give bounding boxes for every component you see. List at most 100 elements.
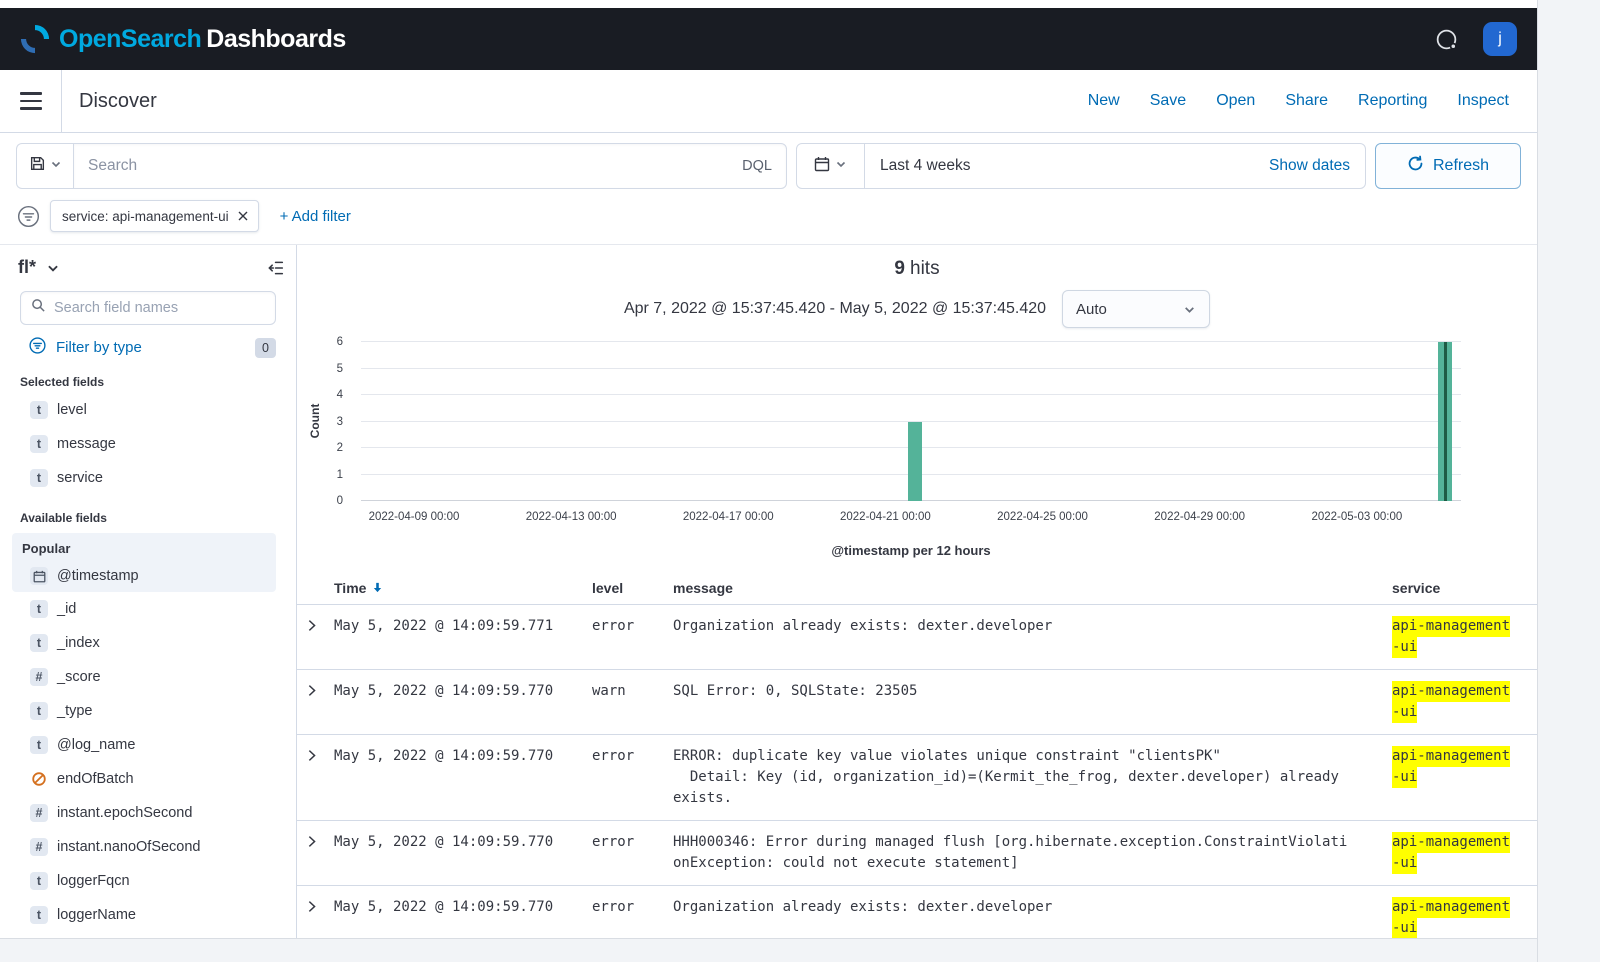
- field-name: message: [57, 436, 116, 452]
- query-language-button[interactable]: DQL: [728, 158, 786, 174]
- y-tick-label: 4: [337, 389, 343, 401]
- search-input[interactable]: [74, 157, 728, 175]
- histogram-bar[interactable]: [908, 422, 922, 502]
- field-item-loggerName[interactable]: tloggerName: [0, 898, 296, 932]
- nav-save[interactable]: Save: [1150, 92, 1186, 110]
- expand-row-button[interactable]: [297, 681, 334, 723]
- time-picker-calendar-button[interactable]: [797, 144, 865, 188]
- remove-filter-icon[interactable]: [237, 210, 249, 222]
- field-name: _type: [57, 703, 92, 719]
- field-item-@log_name[interactable]: t@log_name: [0, 728, 296, 762]
- global-filter-icon[interactable]: [16, 204, 41, 229]
- cell-time: May 5, 2022 @ 14:09:59.770: [334, 746, 592, 809]
- field-item-instant.nanoOfSecond[interactable]: #instant.nanoOfSecond: [0, 830, 296, 864]
- field-item-endOfBatch[interactable]: endOfBatch: [0, 762, 296, 796]
- expand-row-button[interactable]: [297, 616, 334, 658]
- chevron-down-icon[interactable]: [46, 261, 60, 275]
- table-row: May 5, 2022 @ 14:09:59.770warnSQL Error:…: [297, 670, 1537, 735]
- index-pattern-selector[interactable]: fl*: [18, 257, 36, 278]
- chevron-down-icon: [50, 157, 62, 175]
- field-search-input[interactable]: [54, 300, 265, 316]
- add-filter-link[interactable]: + Add filter: [280, 208, 351, 225]
- field-item-_type[interactable]: t_type: [0, 694, 296, 728]
- filter-pill[interactable]: service: api-management-ui: [50, 200, 259, 232]
- x-tick-label: 2022-04-25 00:00: [997, 511, 1088, 523]
- x-tick-label: 2022-04-21 00:00: [840, 511, 931, 523]
- expand-row-button[interactable]: [297, 746, 334, 809]
- interval-select[interactable]: Auto: [1062, 290, 1210, 328]
- gridline: [361, 394, 1461, 395]
- histogram-annotation-line: [1444, 342, 1447, 501]
- field-item-@timestamp[interactable]: @timestamp: [12, 560, 276, 592]
- filter-bar: service: api-management-ui + Add filter: [0, 198, 1537, 245]
- user-avatar[interactable]: j: [1483, 22, 1517, 56]
- column-header-message: message: [673, 580, 1392, 596]
- refresh-button[interactable]: Refresh: [1375, 143, 1521, 189]
- string-field-icon: t: [30, 435, 48, 453]
- y-tick-label: 1: [337, 469, 343, 481]
- field-item-level[interactable]: tlevel: [0, 393, 296, 427]
- chevron-down-icon: [835, 157, 847, 175]
- cell-level: error: [592, 616, 673, 658]
- date-field-icon: [30, 567, 48, 585]
- x-axis-ticks: 2022-04-09 00:002022-04-13 00:002022-04-…: [361, 509, 1461, 533]
- brand-secondary: Dashboards: [206, 25, 345, 53]
- calendar-icon: [814, 156, 830, 177]
- discover-sidebar: fl* Filter by type 0: [0, 245, 297, 938]
- column-header-time[interactable]: Time: [334, 580, 592, 596]
- field-item-instant.epochSecond[interactable]: #instant.epochSecond: [0, 796, 296, 830]
- string-field-icon: t: [30, 634, 48, 652]
- cell-level: error: [592, 897, 673, 938]
- field-name: _index: [57, 635, 100, 651]
- string-field-icon: t: [30, 872, 48, 890]
- field-item-_score[interactable]: #_score: [0, 660, 296, 694]
- field-item-_id[interactable]: t_id: [0, 592, 296, 626]
- menu-button[interactable]: [0, 70, 62, 132]
- cell-message: SQL Error: 0, SQLState: 23505: [673, 681, 1392, 723]
- histogram: Count 0123456 2022-04-09 00:002022-04-13…: [297, 338, 1537, 558]
- cell-message: ERROR: duplicate key value violates uniq…: [673, 746, 1392, 809]
- brand-primary: OpenSearch: [59, 25, 201, 53]
- highlighted-term: api-management: [1392, 681, 1510, 702]
- field-item-service[interactable]: tservice: [0, 461, 296, 495]
- cell-message: Organization already exists: dexter.deve…: [673, 616, 1392, 658]
- cell-time: May 5, 2022 @ 14:09:59.770: [334, 832, 592, 874]
- selected-fields-list: tlevel t message tservice: [0, 393, 296, 495]
- saved-query-button[interactable]: [16, 143, 73, 189]
- field-name: _id: [57, 601, 76, 617]
- collapse-sidebar-icon[interactable]: [266, 259, 284, 277]
- nav-inspect[interactable]: Inspect: [1457, 92, 1509, 110]
- home-link[interactable]: OpenSearchDashboards: [20, 24, 346, 54]
- number-field-icon: #: [30, 668, 48, 686]
- nav-new[interactable]: New: [1088, 92, 1120, 110]
- help-icon[interactable]: [1434, 27, 1459, 52]
- expand-row-button[interactable]: [297, 897, 334, 938]
- x-tick-label: 2022-04-09 00:00: [369, 511, 460, 523]
- highlighted-term: api-management: [1392, 746, 1510, 767]
- cell-time: May 5, 2022 @ 14:09:59.770: [334, 897, 592, 938]
- filter-by-type-button[interactable]: Filter by type 0: [28, 336, 276, 359]
- page-title: Discover: [79, 90, 157, 113]
- field-item-message[interactable]: t message: [0, 427, 296, 461]
- show-dates-link[interactable]: Show dates: [1269, 157, 1365, 175]
- field-item-_index[interactable]: t _index: [0, 626, 296, 660]
- time-range-value[interactable]: Last 4 weeks: [865, 157, 970, 175]
- field-item-loggerFqcn[interactable]: tloggerFqcn: [0, 864, 296, 898]
- field-name: instant.nanoOfSecond: [57, 839, 201, 855]
- nav-reporting[interactable]: Reporting: [1358, 92, 1427, 110]
- hits-count: 9: [894, 258, 905, 279]
- filter-icon: [28, 336, 47, 359]
- filter-by-type-label: Filter by type: [56, 339, 142, 356]
- search-box: DQL: [73, 143, 787, 189]
- available-fields-header: Available fields: [20, 511, 276, 525]
- discover-main: 9hits Apr 7, 2022 @ 15:37:45.420 - May 5…: [297, 245, 1537, 938]
- table-row: May 5, 2022 @ 14:09:59.770errorHHH000346…: [297, 821, 1537, 886]
- expand-row-button[interactable]: [297, 832, 334, 874]
- nav-open[interactable]: Open: [1216, 92, 1255, 110]
- highlighted-term: -ui: [1392, 853, 1417, 874]
- interval-value: Auto: [1076, 301, 1107, 318]
- field-name: level: [57, 402, 87, 418]
- y-tick-label: 0: [337, 495, 343, 507]
- cell-service: api-management-ui: [1392, 832, 1537, 874]
- nav-share[interactable]: Share: [1285, 92, 1328, 110]
